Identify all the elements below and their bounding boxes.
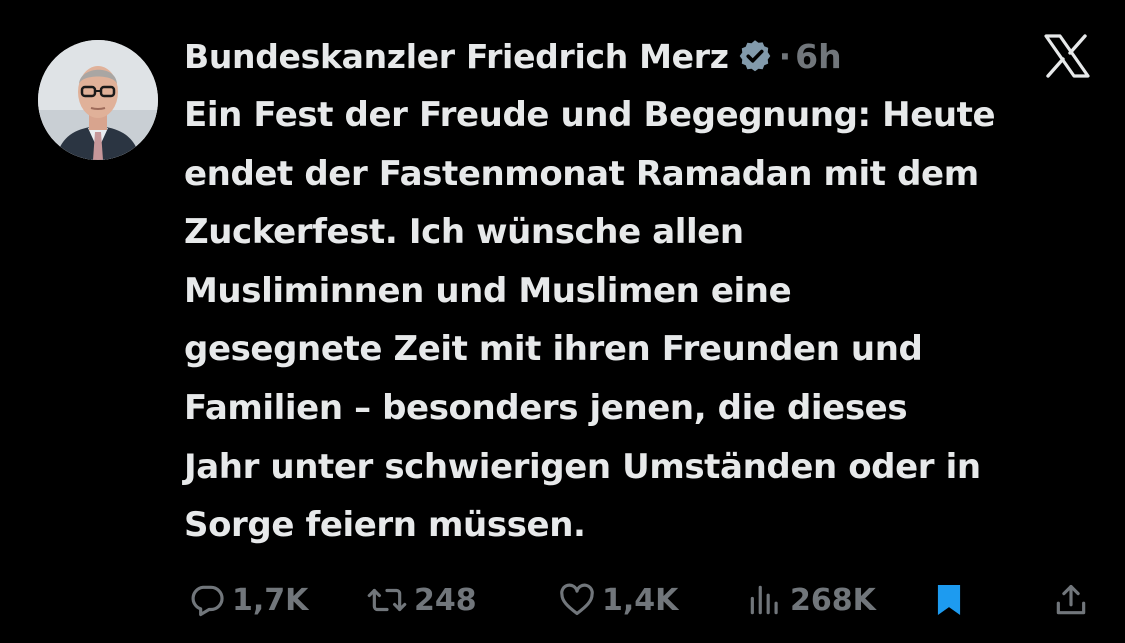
- reply-count: 1,7K: [232, 582, 309, 618]
- tweet-text-line: Sorge feiern müssen.: [184, 505, 586, 546]
- tweet-card[interactable]: Bundeskanzler Friedrich Merz · 6h Ein Fe…: [0, 0, 1125, 643]
- avatar[interactable]: [38, 40, 158, 160]
- repost-count: 248: [414, 582, 477, 618]
- reply-button[interactable]: 1,7K: [188, 572, 308, 628]
- tweet-text-line: Zuckerfest. Ich wünsche allen: [184, 212, 744, 253]
- views-count: 268K: [790, 582, 876, 618]
- tweet-text-line: Musliminnen und Muslimen eine: [184, 270, 792, 311]
- tweet-text-line: Ein Fest der Freude und Begegnung: Heute: [184, 95, 996, 135]
- tweet-text-line: Familien – besonders jenen, die dieses: [184, 387, 908, 428]
- header-separator: ·: [778, 36, 792, 76]
- like-button[interactable]: 1,4K: [558, 572, 678, 628]
- reply-icon: [191, 585, 224, 617]
- like-count: 1,4K: [602, 582, 679, 618]
- share-button[interactable]: [1052, 572, 1096, 628]
- heart-icon: [560, 583, 594, 616]
- tweet-text: Ein Fest der Freude und Begegnung: Heute…: [184, 86, 1109, 555]
- share-icon: [1056, 584, 1086, 615]
- tweet-text-line: Jahr unter schwierigen Umständen oder in: [184, 446, 981, 487]
- views-icon: [750, 585, 778, 615]
- avatar-portrait-icon: [38, 40, 158, 160]
- views-button[interactable]: 268K: [746, 572, 876, 628]
- tweet-header: Bundeskanzler Friedrich Merz · 6h: [184, 32, 842, 80]
- repost-icon: [367, 588, 407, 612]
- verified-badge-icon[interactable]: [737, 38, 773, 74]
- timestamp[interactable]: 6h: [795, 37, 841, 76]
- x-logo-icon[interactable]: [1044, 34, 1090, 78]
- tweet-text-line: gesegnete Zeit mit ihren Freunden und: [184, 329, 923, 370]
- tweet-text-line: endet der Fastenmonat Ramadan mit dem: [184, 153, 979, 194]
- bookmark-icon: [937, 584, 961, 616]
- author-name[interactable]: Bundeskanzler Friedrich Merz: [184, 37, 729, 76]
- repost-button[interactable]: 248: [366, 572, 477, 628]
- action-bar: 1,7K 248 1,4K 268K: [184, 572, 1094, 628]
- bookmark-button[interactable]: [932, 572, 972, 628]
